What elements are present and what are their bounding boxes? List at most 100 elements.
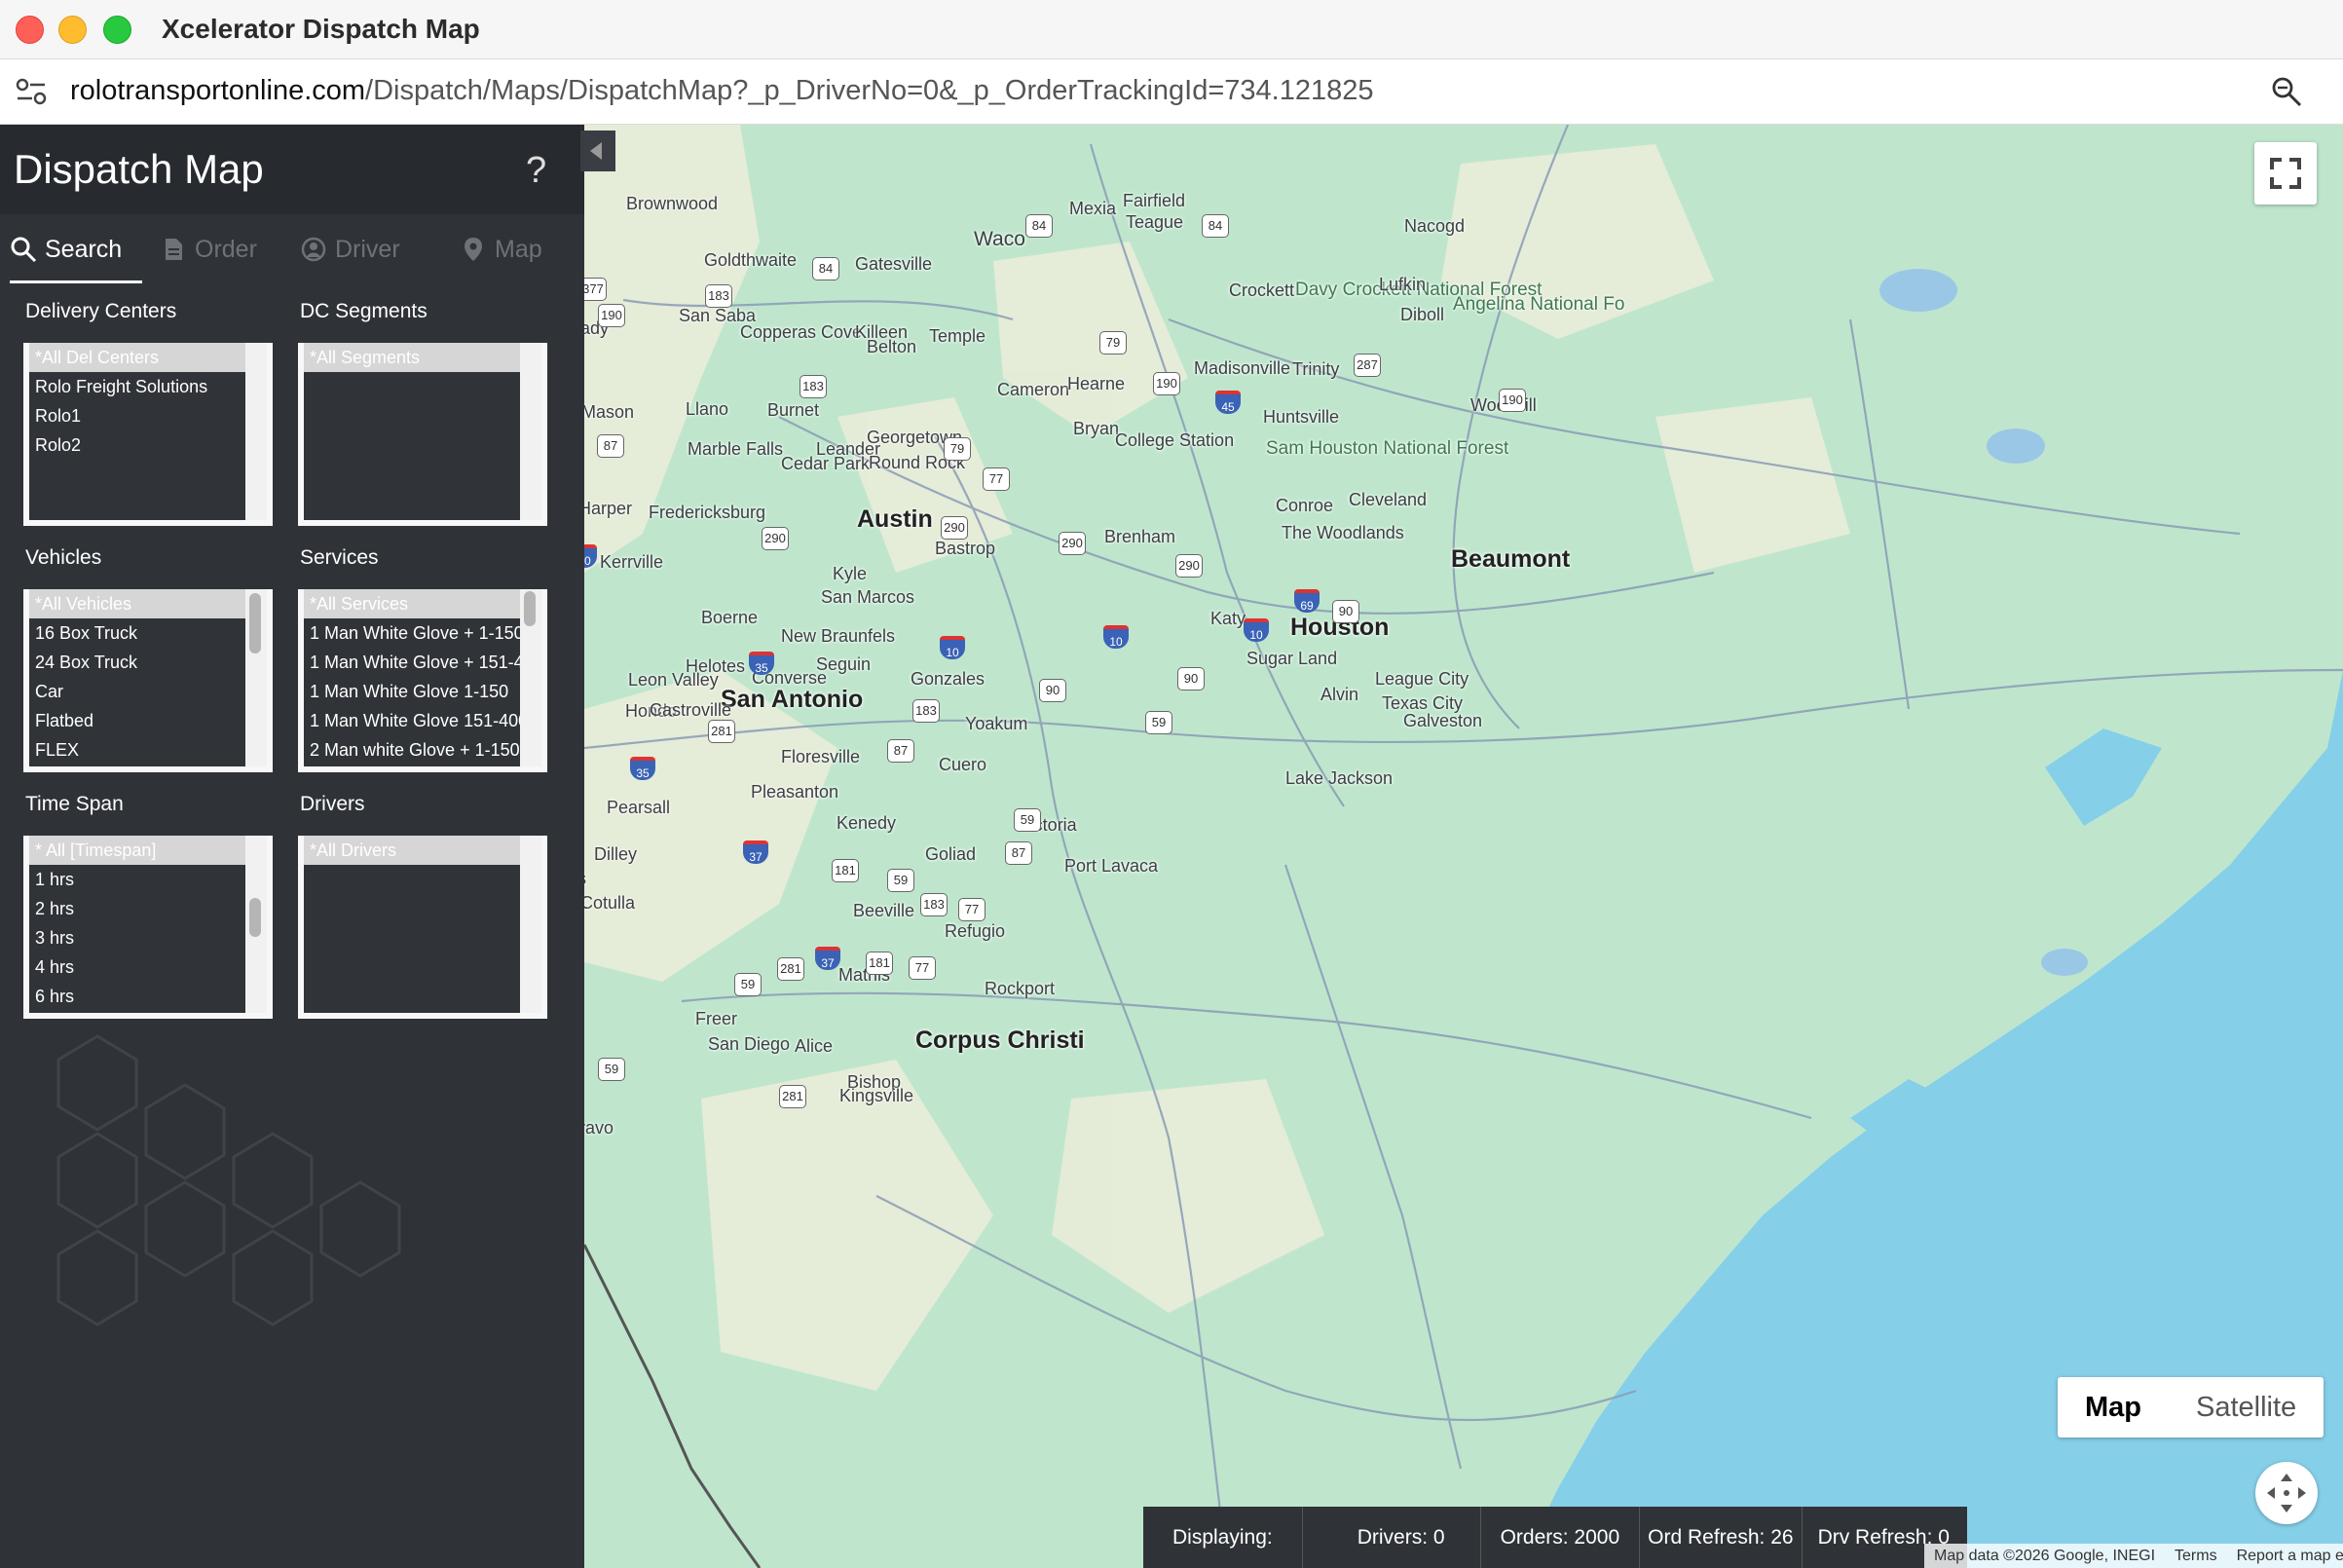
service-option[interactable]: 1 Man White Glove + 1-150 bbox=[304, 618, 526, 648]
map-canvas[interactable]: Waco Austin San Antonio Houston Corpus Chris… bbox=[584, 125, 2343, 1568]
map-place-label[interactable]: Waco bbox=[974, 228, 1025, 251]
map-place-label[interactable]: Hearne bbox=[1067, 374, 1125, 394]
map-place-label[interactable]: Mason bbox=[584, 402, 634, 423]
map-place-label[interactable]: Bryan bbox=[1073, 419, 1119, 439]
map-type-satellite-button[interactable]: Satellite bbox=[2169, 1377, 2324, 1437]
map-place-label[interactable]: Pearsall bbox=[607, 798, 670, 818]
map-place-label[interactable]: Marble Falls bbox=[688, 439, 783, 460]
map-place-label[interactable]: Boerne bbox=[701, 608, 758, 628]
minimize-window-button[interactable] bbox=[58, 16, 87, 44]
map-place-label[interactable]: Cuero bbox=[939, 755, 986, 775]
map-place-label[interactable]: Copperas Cove bbox=[740, 322, 862, 343]
service-option[interactable]: 1 Man White Glove 1-150 bbox=[304, 677, 526, 706]
site-settings-icon[interactable] bbox=[16, 77, 47, 106]
map-place-label[interactable]: San Antonio bbox=[721, 686, 863, 714]
tab-driver[interactable]: Driver bbox=[300, 218, 400, 280]
map-place-label[interactable]: Bastrop bbox=[935, 539, 995, 559]
dc-segment-option[interactable]: *All Segments bbox=[304, 343, 526, 372]
delivery-center-option[interactable]: Rolo1 bbox=[29, 401, 251, 430]
time-span-scroll-thumb[interactable] bbox=[249, 898, 261, 937]
dc-segments-scrollbar[interactable] bbox=[520, 343, 541, 520]
vehicle-option[interactable]: 16 Box Truck bbox=[29, 618, 251, 648]
driver-option[interactable]: *All Drivers bbox=[304, 836, 526, 865]
map-place-label[interactable]: Carrizo Springs bbox=[584, 869, 586, 889]
map-place-label[interactable]: San Diego bbox=[708, 1034, 790, 1055]
map-place-label[interactable]: Sugar Land bbox=[1246, 649, 1337, 669]
map-place-label[interactable]: Floresville bbox=[781, 747, 860, 767]
map-place-label[interactable]: Lufkin bbox=[1379, 275, 1426, 295]
map-place-label[interactable]: Freer bbox=[695, 1009, 737, 1029]
delivery-center-option[interactable]: Rolo Freight Solutions bbox=[29, 372, 251, 401]
map-place-label[interactable]: Fredericksburg bbox=[649, 503, 765, 523]
pan-control-icon[interactable] bbox=[2255, 1462, 2318, 1524]
map-place-label[interactable]: New Braunfels bbox=[781, 626, 895, 647]
map-place-label[interactable]: Beaumont bbox=[1451, 545, 1570, 574]
map-place-label[interactable]: Katy bbox=[1210, 609, 1246, 629]
time-span-option[interactable]: * All [Timespan] bbox=[29, 836, 251, 865]
map-place-label[interactable]: Crockett bbox=[1229, 280, 1294, 301]
map-place-label[interactable]: Llano bbox=[686, 399, 728, 420]
map-place-label[interactable]: Mexia bbox=[1069, 199, 1116, 219]
zoom-magnifier-icon[interactable] bbox=[2271, 76, 2302, 107]
delivery-centers-listbox[interactable]: *All Del Centers Rolo Freight Solutions Ro… bbox=[23, 343, 273, 526]
service-option[interactable]: 2 Man white Glove + 1-150 bbox=[304, 735, 526, 765]
help-button[interactable]: ? bbox=[526, 150, 546, 192]
map-place-label[interactable]: College Station bbox=[1115, 430, 1234, 451]
map-place-label[interactable]: Harper bbox=[584, 499, 632, 519]
map-place-label[interactable]: Fairfield bbox=[1123, 191, 1185, 211]
vehicles-listbox[interactable]: *All Vehicles 16 Box Truck 24 Box Truck Car… bbox=[23, 589, 273, 772]
map-place-label[interactable]: Kenedy bbox=[837, 813, 896, 834]
fullscreen-icon[interactable] bbox=[2254, 142, 2317, 205]
map-place-label[interactable]: Madisonville bbox=[1194, 358, 1290, 379]
map-place-label[interactable]: Pleasanton bbox=[751, 782, 838, 803]
map-place-label[interactable]: Galveston bbox=[1403, 711, 1482, 731]
map-type-map-button[interactable]: Map bbox=[2058, 1377, 2169, 1437]
vehicle-option[interactable]: *All Vehicles bbox=[29, 589, 251, 618]
map-place-label[interactable]: Brenham bbox=[1104, 527, 1175, 547]
url-text[interactable]: rolotransportonline.com/Dispatch/Maps/Di… bbox=[70, 75, 1374, 107]
map-place-label[interactable]: Yoakum bbox=[965, 714, 1027, 734]
map-place-label[interactable]: Castroville bbox=[650, 700, 731, 721]
tab-map[interactable]: Map bbox=[460, 218, 542, 280]
map-place-label[interactable]: Angelina National Fo bbox=[1453, 294, 1624, 316]
time-span-option[interactable]: 1 hrs bbox=[29, 865, 251, 894]
vehicles-scroll-thumb[interactable] bbox=[249, 593, 261, 653]
map-place-label[interactable]: Rockport bbox=[985, 979, 1055, 999]
map-place-label[interactable]: Temple bbox=[929, 326, 986, 347]
service-option[interactable]: 1 Man White Glove + 151-4 bbox=[304, 648, 526, 677]
drivers-listbox[interactable]: *All Drivers bbox=[298, 836, 547, 1019]
map-place-label[interactable]: Gonzales bbox=[911, 669, 985, 690]
dc-segments-listbox[interactable]: *All Segments bbox=[298, 343, 547, 526]
map-place-label[interactable]: San Marcos bbox=[821, 587, 914, 608]
delivery-centers-scrollbar[interactable] bbox=[245, 343, 267, 520]
map-place-label[interactable]: Alvin bbox=[1320, 685, 1358, 705]
map-place-label[interactable]: Cleveland bbox=[1349, 490, 1427, 510]
map-place-label[interactable]: Nacogd bbox=[1404, 216, 1465, 237]
vehicles-scrollbar[interactable] bbox=[245, 589, 267, 766]
vehicle-option[interactable]: Car bbox=[29, 677, 251, 706]
map-place-label[interactable]: Corpus Christi bbox=[915, 1027, 1085, 1055]
services-scroll-thumb[interactable] bbox=[524, 591, 536, 626]
services-listbox[interactable]: *All Services 1 Man White Glove + 1-150 1 … bbox=[298, 589, 547, 772]
zoom-window-button[interactable] bbox=[103, 16, 131, 44]
map-place-label[interactable]: Gatesville bbox=[855, 254, 932, 275]
map-place-label[interactable]: Goldthwaite bbox=[704, 250, 797, 271]
map-place-label[interactable]: Lake Jackson bbox=[1285, 768, 1393, 789]
terms-link[interactable]: Terms bbox=[2165, 1544, 2227, 1568]
collapse-sidebar-button[interactable] bbox=[580, 131, 615, 171]
report-map-error-link[interactable]: Report a map error bbox=[2227, 1544, 2343, 1568]
map-place-label[interactable]: Belton bbox=[867, 337, 916, 357]
map-place-label[interactable]: Rio Bravo bbox=[584, 1118, 614, 1139]
time-span-option[interactable]: 3 hrs bbox=[29, 923, 251, 952]
service-option[interactable]: *All Services bbox=[304, 589, 526, 618]
time-span-option[interactable]: 4 hrs bbox=[29, 952, 251, 982]
close-window-button[interactable] bbox=[16, 16, 44, 44]
map-place-label[interactable]: Dilley bbox=[594, 844, 637, 865]
map-place-label[interactable]: Diboll bbox=[1400, 305, 1444, 325]
vehicle-option[interactable]: 24 Box Truck bbox=[29, 648, 251, 677]
map-place-label[interactable]: Teague bbox=[1126, 212, 1183, 233]
map-place-label[interactable]: Brownwood bbox=[626, 194, 718, 214]
map-place-label[interactable]: Beeville bbox=[853, 901, 914, 921]
tab-order[interactable]: Order bbox=[160, 218, 257, 280]
services-scrollbar[interactable] bbox=[520, 589, 541, 766]
